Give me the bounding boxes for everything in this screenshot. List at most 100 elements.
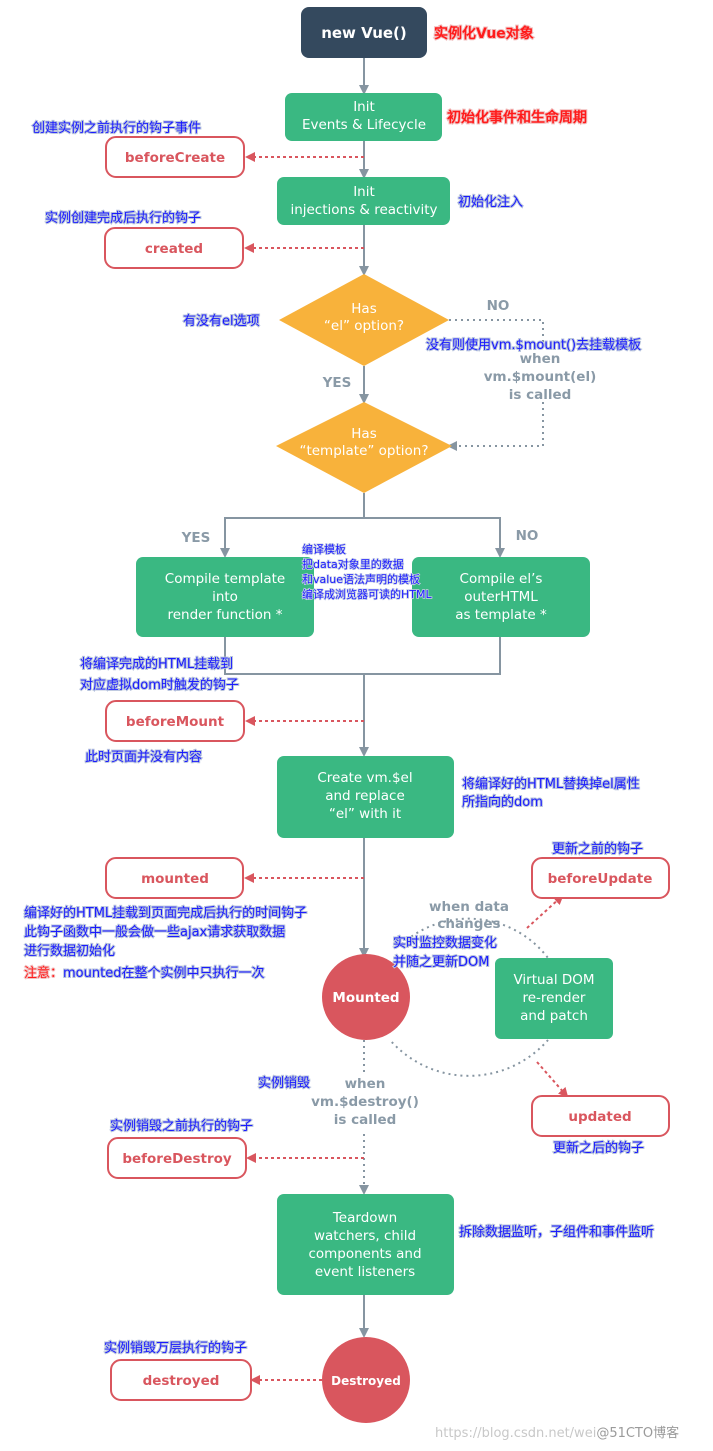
- node-create-el-line3: “el” with it: [329, 806, 401, 822]
- annotation-mounted-note-prefix: 注意：: [24, 965, 63, 981]
- node-new-vue: new Vue(): [301, 7, 427, 58]
- hook-before-mount-label: beforeMount: [126, 714, 225, 730]
- annotation-created: 实例创建完成后执行的钩子: [45, 210, 201, 226]
- annotation-updated: 更新之后的钩子: [553, 1140, 644, 1156]
- node-compile-el: Compile el’s outerHTML as template *: [412, 557, 590, 637]
- node-mounted-label: Mounted: [332, 990, 399, 1006]
- node-compile-el-line3: as template *: [455, 607, 547, 623]
- node-init-events-line2: Events & Lifecycle: [302, 117, 426, 133]
- node-compile-template-line1: Compile template: [165, 571, 285, 587]
- decision-has-template-line2: “template” option?: [299, 443, 428, 459]
- hook-updated: updated: [531, 1095, 670, 1137]
- label-when-destroy-line1: when: [345, 1076, 386, 1092]
- node-init-events: Init Events & Lifecycle: [285, 93, 442, 141]
- annotation-compile-line3: 和value语法声明的模板: [302, 572, 420, 586]
- label-no-el: NO: [487, 298, 510, 314]
- dotted-no-el-bottom: [447, 402, 544, 451]
- hook-before-create: beforeCreate: [105, 136, 245, 178]
- line-compile-template-merge: [224, 637, 364, 675]
- label-no-template: NO: [516, 528, 539, 544]
- annotation-create-el-line1: 将编译好的HTML替换掉el属性: [462, 776, 640, 792]
- label-when-mount-line1: when: [520, 351, 561, 367]
- decision-has-el-line2: “el” option?: [324, 318, 404, 334]
- label-when-mount-line2: vm.$mount(el): [484, 369, 597, 385]
- annotation-compile-line2: 把data对象里的数据: [302, 557, 404, 571]
- annotation-destroyed: 实例销毁万层执行的钩子: [104, 1340, 247, 1356]
- node-compile-el-line1: Compile el’s: [460, 571, 543, 587]
- annotation-has-el: 有没有el选项: [183, 314, 260, 329]
- hook-before-destroy-label: beforeDestroy: [122, 1151, 232, 1167]
- line-compile-el-merge: [364, 637, 501, 675]
- node-virtual-dom-line1: Virtual DOM: [513, 972, 594, 988]
- hook-before-update-label: beforeUpdate: [548, 871, 653, 887]
- hook-before-mount: beforeMount: [105, 700, 245, 742]
- hook-destroyed-label: destroyed: [143, 1373, 220, 1389]
- node-compile-el-line2: outerHTML: [464, 589, 538, 605]
- annotation-data-watch-line2: 并随之更新DOM: [393, 954, 489, 970]
- annotation-new-vue: 实例化Vue对象: [434, 25, 534, 42]
- hook-created-label: created: [145, 241, 203, 257]
- annotation-mounted-line3: 进行数据初始化: [24, 944, 115, 959]
- node-teardown-line4: event listeners: [315, 1264, 415, 1280]
- hook-before-update: beforeUpdate: [531, 857, 670, 899]
- annotation-before-mount-line2: 对应虚拟dom时触发的钩子: [80, 677, 239, 693]
- node-compile-template-line2: into: [212, 589, 238, 605]
- vue-lifecycle-diagram: new Vue() Init Events & Lifecycle Init i…: [23, 7, 679, 1441]
- annotation-before-mount-bottom: 此时页面并没有内容: [85, 749, 202, 765]
- hook-mounted: mounted: [105, 857, 244, 899]
- node-compile-template-line3: render function *: [167, 607, 282, 623]
- node-new-vue-label: new Vue(): [321, 24, 407, 42]
- label-when-data-line1: when data: [429, 899, 509, 915]
- annotation-compile-line1: 编译模板: [302, 542, 346, 556]
- decision-has-template-line1: Has: [351, 426, 376, 442]
- label-yes-el: YES: [322, 375, 352, 391]
- annotation-data-watch-line1: 实时监控数据变化: [393, 935, 497, 951]
- annotation-before-create: 创建实例之前执行的钩子事件: [32, 120, 201, 136]
- label-when-mount-line3: is called: [509, 387, 572, 403]
- dotted-to-updated: [536, 1061, 569, 1098]
- node-virtual-dom-line3: and patch: [520, 1008, 588, 1024]
- annotation-compile-line4: 编译成浏览器可读的HTML: [302, 587, 432, 601]
- annotation-create-el-line2: 所指向的dom: [462, 794, 543, 810]
- node-teardown-line2: watchers, child: [314, 1228, 416, 1244]
- annotation-before-mount-line1: 将编译完成的HTML挂载到: [80, 656, 233, 672]
- node-init-injections-line1: Init: [353, 184, 375, 200]
- annotation-mounted-line1: 编译好的HTML挂载到页面完成后执行的时间钩子: [24, 905, 307, 921]
- decision-has-el: Has “el” option?: [279, 274, 449, 366]
- decision-has-template: Has “template” option?: [276, 402, 452, 493]
- watermark: https://blog.csdn.net/wei@51CTO博客: [435, 1425, 679, 1441]
- node-destroyed: Destroyed: [322, 1337, 410, 1423]
- node-destroyed-label: Destroyed: [331, 1374, 401, 1388]
- node-create-el-line1: Create vm.$el: [317, 770, 412, 786]
- node-teardown-line1: Teardown: [332, 1210, 397, 1226]
- hook-updated-label: updated: [568, 1109, 631, 1125]
- node-teardown-line3: components and: [308, 1246, 421, 1262]
- node-init-events-line1: Init: [353, 99, 375, 115]
- label-when-destroy-line3: is called: [334, 1112, 397, 1128]
- annotation-mount-hint: 没有则使用vm.$mount()去挂载模板: [426, 337, 641, 353]
- node-create-el-line2: and replace: [325, 788, 405, 804]
- annotation-mounted-line2: 此钩子函数中一般会做一些ajax请求获取数据: [24, 924, 285, 940]
- dotted-to-before-update: [526, 894, 564, 929]
- hook-before-create-label: beforeCreate: [125, 150, 225, 166]
- dotted-loop-bottom: [389, 1039, 549, 1077]
- flow-connectors: [220, 58, 549, 1338]
- node-init-injections-line2: injections & reactivity: [290, 202, 437, 218]
- node-compile-template: Compile template into render function *: [136, 557, 314, 637]
- annotation-init-injections: 初始化注入: [458, 195, 523, 210]
- annotation-mounted-note-text: mounted在整个实例中只执行一次: [63, 965, 264, 981]
- node-init-injections: Init injections & reactivity: [277, 177, 450, 225]
- label-yes-template: YES: [181, 530, 211, 546]
- arrow-template-no: [364, 517, 505, 558]
- hook-created: created: [104, 227, 244, 269]
- label-when-data-line2: changes: [437, 916, 500, 932]
- node-virtual-dom-line2: re-render: [523, 990, 586, 1006]
- annotation-destroy: 实例销毁: [258, 1076, 310, 1091]
- annotation-before-update: 更新之前的钩子: [552, 841, 643, 857]
- watermark-site: @51CTO博客: [596, 1425, 679, 1441]
- node-create-el: Create vm.$el and replace “el” with it: [277, 756, 454, 838]
- hook-mounted-label: mounted: [141, 871, 209, 887]
- annotation-init-events: 初始化事件和生命周期: [447, 109, 587, 126]
- hook-destroyed: destroyed: [110, 1359, 252, 1401]
- hook-before-destroy: beforeDestroy: [107, 1137, 247, 1179]
